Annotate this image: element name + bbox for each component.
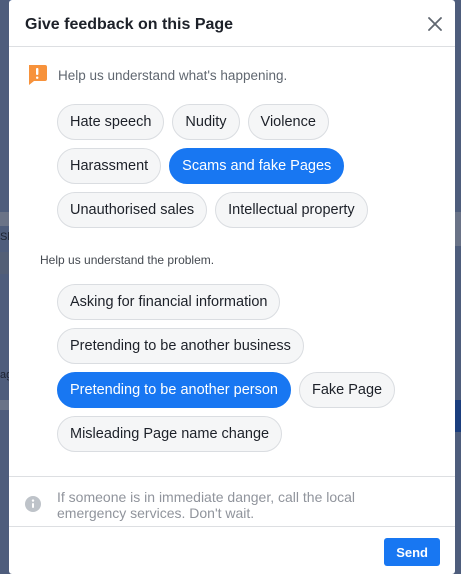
category-chip[interactable]: Violence <box>247 104 329 140</box>
problem-chip[interactable]: Asking for financial information <box>57 284 281 320</box>
prompt-row: Help us understand what's happening. <box>26 64 287 86</box>
problem-chip-group: Asking for financial information Pretendi… <box>57 284 447 460</box>
report-flag-icon <box>29 65 47 85</box>
safety-note-text: If someone is in immediate danger, call … <box>57 489 356 521</box>
sub-prompt-text: Help us understand the problem. <box>40 253 215 267</box>
category-chip-group: Hate speech Nudity Violence Harassment Scams… <box>57 104 447 236</box>
dialog-header: Give feedback on this Page <box>9 0 455 47</box>
safety-note: If someone is in immediate danger, call … <box>9 476 455 527</box>
close-icon <box>428 17 442 31</box>
problem-chip[interactable]: Misleading Page name change <box>57 416 283 452</box>
dialog-title: Give feedback on this Page <box>25 16 234 33</box>
category-chip[interactable]: Harassment <box>57 148 162 184</box>
category-chip[interactable]: Unauthorised sales <box>57 192 208 228</box>
category-chip[interactable]: Scams and fake Pages <box>169 148 345 184</box>
prompt-text: Help us understand what's happening. <box>58 67 288 83</box>
send-button[interactable]: Send <box>384 538 440 566</box>
category-chip[interactable]: Intellectual property <box>215 192 368 228</box>
info-icon <box>25 496 41 512</box>
problem-chip[interactable]: Pretending to be another business <box>57 328 304 364</box>
problem-chip[interactable]: Pretending to be another person <box>57 372 291 408</box>
category-chip[interactable]: Hate speech <box>57 104 165 140</box>
category-chip[interactable]: Nudity <box>172 104 240 140</box>
close-button[interactable] <box>423 12 447 36</box>
feedback-dialog: Give feedback on this Page Help us under… <box>9 0 455 574</box>
problem-chip[interactable]: Fake Page <box>298 372 396 408</box>
